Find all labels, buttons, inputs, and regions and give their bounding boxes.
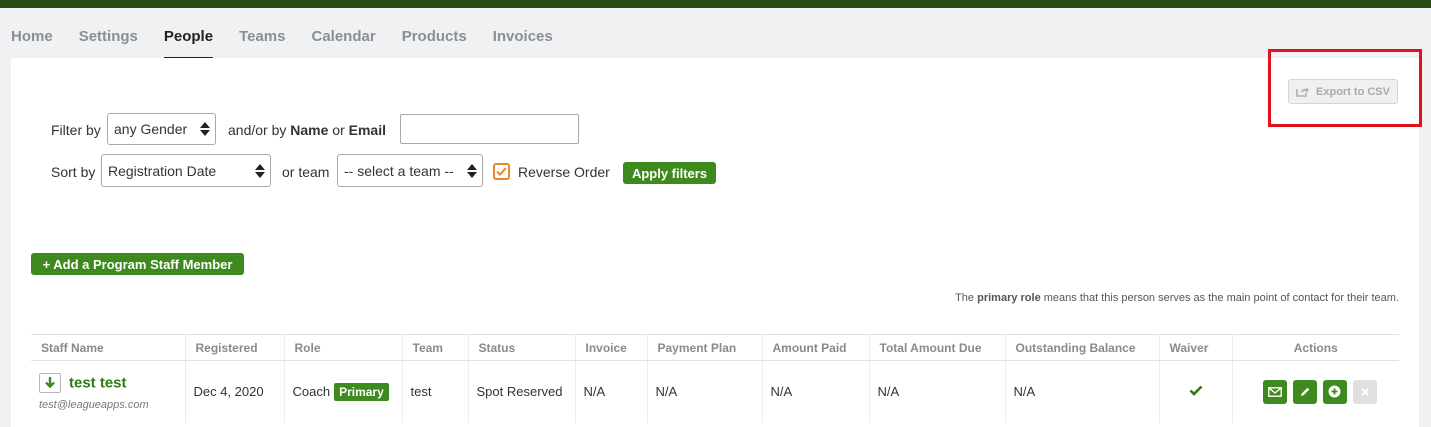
edit-button[interactable] [1292, 379, 1317, 404]
arrow-down-icon [45, 377, 55, 389]
remove-button[interactable] [1352, 379, 1377, 404]
role-cell: Coach Primary [284, 360, 403, 423]
note-suffix: means that this person serves as the mai… [1043, 292, 1399, 304]
add-button[interactable] [1322, 379, 1347, 404]
checkmark-icon [1189, 385, 1202, 397]
header-actions: Actions [1232, 334, 1399, 361]
registered-cell: Dec 4, 2020 [185, 360, 285, 423]
sort-by-label: Sort by [51, 164, 96, 180]
reverse-order-checkbox[interactable] [493, 163, 510, 180]
tab-home[interactable]: Home [11, 28, 53, 59]
primary-role-note: The primary role means that this person … [955, 292, 1399, 304]
name-email-label: and/or by Name or Email [228, 122, 386, 138]
header-role[interactable]: Role [284, 334, 403, 361]
actions-cell [1232, 361, 1399, 423]
header-staff-name[interactable]: Staff Name [31, 334, 186, 361]
email-button[interactable] [1262, 379, 1287, 404]
tab-invoices[interactable]: Invoices [493, 28, 553, 59]
tab-settings[interactable]: Settings [79, 28, 138, 59]
expand-row-button[interactable] [39, 372, 61, 393]
staff-name-link[interactable]: test test [69, 374, 127, 391]
gender-select[interactable]: any Gender [107, 113, 216, 145]
gender-select-value: any Gender [114, 121, 188, 137]
sort-select[interactable]: Registration Date [101, 154, 271, 187]
apply-filters-button[interactable]: Apply filters [623, 162, 716, 184]
select-arrows-icon [200, 122, 210, 136]
tab-teams[interactable]: Teams [239, 28, 285, 59]
tab-people[interactable]: People [163, 28, 214, 59]
email-word: Email [348, 122, 386, 138]
highlight-annotation-box [1268, 49, 1422, 127]
tab-products[interactable]: Products [402, 28, 467, 59]
select-arrows-icon [255, 163, 265, 178]
staff-name-cell: test test test@leagueapps.com [31, 360, 186, 423]
tab-calendar[interactable]: Calendar [311, 28, 375, 59]
pencil-icon [1300, 387, 1310, 396]
envelope-icon [1267, 386, 1282, 397]
table-row: test test test@leagueapps.com Dec 4, 202… [31, 360, 1399, 423]
note-bold: primary role [977, 292, 1041, 304]
close-icon [1361, 388, 1369, 396]
plus-circle-icon [1328, 385, 1341, 398]
header-payment-plan[interactable]: Payment Plan [647, 334, 763, 361]
header-team[interactable]: Team [402, 334, 469, 361]
add-staff-member-button[interactable]: + Add a Program Staff Member [31, 253, 244, 275]
select-arrows-icon [467, 163, 477, 178]
filter-by-label: Filter by [51, 122, 101, 138]
total-amount-due-cell: N/A [869, 360, 1006, 423]
amount-paid-cell: N/A [762, 360, 870, 423]
andor-prefix: and/or by [228, 122, 287, 138]
note-prefix: The [955, 292, 975, 304]
table-header-row: Staff Name Registered Role Team Status I… [31, 334, 1399, 361]
primary-badge: Primary [334, 382, 389, 401]
team-select-value: -- select a team -- [344, 162, 454, 179]
or-team-label: or team [282, 164, 330, 180]
main-nav: Home Settings People Teams Calendar Prod… [11, 28, 579, 60]
header-registered[interactable]: Registered [185, 334, 285, 361]
waiver-cell [1159, 360, 1233, 423]
staff-email: test@leagueapps.com [39, 398, 149, 411]
staff-table: Staff Name Registered Role Team Status I… [31, 334, 1399, 423]
reverse-order-label: Reverse Order [518, 164, 610, 180]
header-amount-paid[interactable]: Amount Paid [762, 334, 870, 361]
name-email-input[interactable] [400, 114, 579, 144]
team-cell: test [402, 360, 469, 423]
role-text: Coach [292, 383, 331, 399]
header-status[interactable]: Status [468, 334, 576, 361]
header-invoice[interactable]: Invoice [575, 334, 648, 361]
or-word: or [332, 122, 345, 138]
header-total-amount-due[interactable]: Total Amount Due [869, 334, 1006, 361]
payment-plan-cell: N/A [647, 360, 763, 423]
checkmark-icon [496, 167, 507, 176]
name-word: Name [290, 122, 329, 138]
header-outstanding-balance[interactable]: Outstanding Balance [1005, 334, 1160, 361]
sort-select-value: Registration Date [108, 162, 217, 179]
invoice-cell: N/A [575, 360, 648, 423]
status-cell: Spot Reserved [468, 360, 576, 423]
outstanding-balance-cell: N/A [1005, 360, 1160, 423]
team-select[interactable]: -- select a team -- [337, 154, 483, 187]
top-bar [0, 0, 1431, 8]
header-waiver[interactable]: Waiver [1159, 334, 1233, 361]
